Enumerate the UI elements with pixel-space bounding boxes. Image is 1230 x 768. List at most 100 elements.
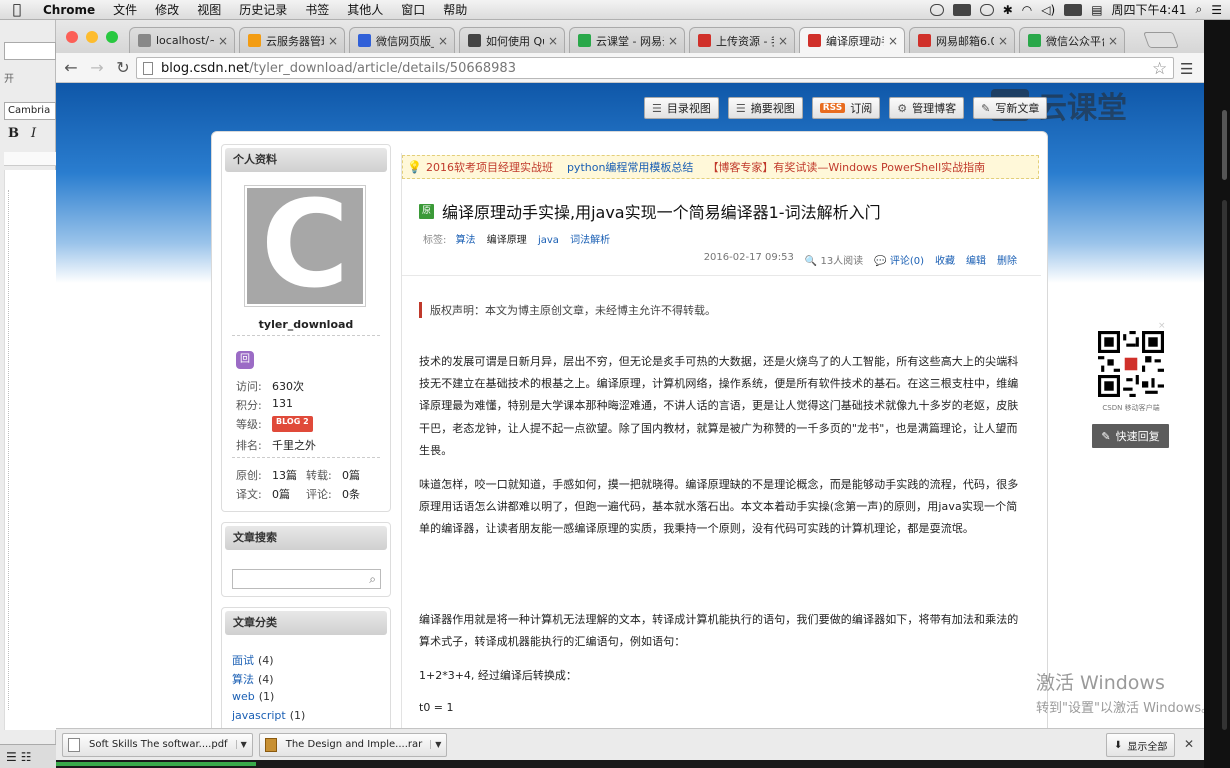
list-icon[interactable]: ☰ [1211, 3, 1222, 17]
download-menu-icon[interactable]: ▼ [235, 740, 247, 749]
back-button[interactable]: ← [58, 58, 84, 77]
delete-link[interactable]: 删除 [997, 252, 1017, 267]
reload-button[interactable]: ↻ [110, 58, 136, 77]
volume-icon[interactable]: ◁) [1041, 3, 1055, 17]
menu-app-chrome[interactable]: Chrome [34, 3, 104, 17]
close-tab-icon[interactable]: × [888, 34, 898, 48]
editor-page[interactable] [4, 170, 56, 730]
article-title-text[interactable]: 编译原理动手实操,用java实现一个简易编译器1-词法解析入门 [442, 199, 881, 223]
quick-reply-button[interactable]: ✎ 快速回复 [1092, 424, 1169, 448]
summary-view-button[interactable]: ☰ 摘要视图 [727, 97, 803, 119]
editor-toolbar-box[interactable] [4, 42, 56, 60]
keyboard-icon[interactable] [952, 3, 971, 16]
blog-level-badge[interactable]: BLOG 2 [272, 416, 313, 432]
bookmark-star-icon[interactable]: ☆ [1152, 59, 1167, 79]
browser-tab[interactable]: 云服务器管理控 × [239, 27, 345, 53]
show-all-downloads-button[interactable]: ⬇ 显示全部 [1106, 733, 1176, 757]
bold-button[interactable]: B [8, 126, 19, 141]
manage-blog-button[interactable]: ⚙ 管理博客 [889, 97, 965, 119]
browser-tab[interactable]: 云课堂 - 网易云 × [569, 27, 685, 53]
stat-points: 积分: 131 [236, 397, 293, 413]
avatar[interactable]: C [244, 185, 366, 307]
browser-tab[interactable]: 编译原理动手实 × [799, 27, 905, 53]
record-icon[interactable] [929, 3, 944, 16]
tag-link[interactable]: java [538, 235, 559, 246]
rar-file-icon [264, 737, 277, 752]
close-tab-icon[interactable]: × [998, 34, 1008, 48]
close-tab-icon[interactable]: × [438, 34, 448, 48]
address-bar[interactable]: blog.csdn.net/tyler_download/article/det… [136, 57, 1174, 79]
bluetooth-icon[interactable]: ✱ [1003, 3, 1013, 17]
search-icon[interactable]: ⌕ [1196, 2, 1203, 17]
chrome-menu-icon[interactable]: ☰ [1180, 60, 1193, 78]
menu-window[interactable]: 窗口 [392, 1, 434, 18]
font-name-field[interactable]: Cambria [4, 102, 56, 120]
menu-file[interactable]: 文件 [104, 1, 146, 18]
view-outline-icon[interactable]: ☷ [21, 750, 32, 764]
close-tab-icon[interactable]: × [218, 34, 228, 48]
menu-view[interactable]: 视图 [188, 1, 230, 18]
write-article-button[interactable]: ✎ 写新文章 [973, 97, 1048, 119]
browser-tab[interactable]: 上传资源 - 我的 × [689, 27, 795, 53]
view-list-icon[interactable]: ☰ [6, 750, 17, 764]
category-link[interactable]: 面试 [232, 654, 254, 667]
comment-link[interactable]: 💬 评论(0) [874, 252, 924, 267]
new-tab-button[interactable] [1143, 32, 1179, 48]
close-tab-icon[interactable]: × [778, 34, 788, 48]
tag-link[interactable]: 词法解析 [570, 235, 610, 246]
notice-link-1[interactable]: 2016软考项目经理实战班 [426, 159, 553, 175]
search-icon[interactable]: ⌕ [369, 572, 376, 587]
close-tab-icon[interactable]: × [668, 34, 678, 48]
close-download-shelf-icon[interactable]: ✕ [1184, 737, 1194, 751]
tab-title: localhost/~che [156, 34, 214, 47]
category-link[interactable]: web [232, 690, 255, 703]
notice-link-3[interactable]: 【博客专家】有奖试读—Windows PowerShell实战指南 [707, 159, 985, 175]
qr-close-icon[interactable]: × [1158, 321, 1166, 331]
download-menu-icon[interactable]: ▼ [430, 740, 441, 749]
menu-edit[interactable]: 修改 [146, 1, 188, 18]
notice-link-2[interactable]: python编程常用模板总结 [567, 159, 693, 175]
browser-tab[interactable]: 微信公众平台 × [1019, 27, 1125, 53]
menu-history[interactable]: 历史记录 [230, 1, 296, 18]
download-item[interactable]: The Design and Imple....rar ▼ [258, 732, 448, 757]
close-tab-icon[interactable]: × [1108, 34, 1118, 48]
browser-tab[interactable]: 网易邮箱6.0版 × [909, 27, 1015, 53]
scrollbar[interactable] [1222, 110, 1227, 180]
close-tab-icon[interactable]: × [548, 34, 558, 48]
close-window-button[interactable] [66, 31, 78, 43]
browser-tab[interactable]: 如何使用 Quick × [459, 27, 565, 53]
edit-icon: ✎ [981, 101, 991, 115]
favorite-link[interactable]: 收藏 [935, 252, 955, 267]
tab-title: 微信公众平台 [1046, 34, 1104, 48]
download-item[interactable]: Soft Skills The softwar....pdf ▼ [62, 732, 253, 757]
tag-link[interactable]: 编译原理 [487, 235, 527, 246]
menu-help[interactable]: 帮助 [434, 1, 476, 18]
subscribe-button[interactable]: RSS 订阅 [811, 97, 881, 119]
wifi-icon[interactable]: ◠ [1022, 3, 1032, 17]
username[interactable]: tyler_download [222, 318, 390, 331]
browser-tab[interactable]: localhost/~che × [129, 27, 235, 53]
flag-icon[interactable]: ▤ [1091, 3, 1102, 17]
medal-icon[interactable]: 回 [236, 351, 254, 369]
forward-button[interactable]: → [84, 58, 110, 77]
apple-icon[interactable]:  [0, 2, 34, 18]
close-tab-icon[interactable]: × [328, 34, 338, 48]
scrollbar-track[interactable] [1222, 200, 1227, 730]
browser-tab[interactable]: 微信网页版_百度 × [349, 27, 455, 53]
menu-people[interactable]: 其他人 [338, 1, 392, 18]
article-search-input[interactable] [233, 570, 358, 588]
tag-link[interactable]: 算法 [456, 235, 476, 246]
menu-clock[interactable]: 周四下午4:41 [1112, 1, 1187, 18]
edit-link[interactable]: 编辑 [966, 252, 986, 267]
catalog-view-button[interactable]: ☰ 目录视图 [644, 97, 719, 119]
italic-button[interactable]: I [31, 126, 36, 141]
time-machine-icon[interactable] [979, 3, 994, 16]
zoom-window-button[interactable] [106, 31, 118, 43]
battery-icon[interactable] [1064, 3, 1083, 16]
category-link[interactable]: javascript [232, 709, 286, 722]
minimize-window-button[interactable] [86, 31, 98, 43]
menu-bookmarks[interactable]: 书签 [296, 1, 338, 18]
csdn-app-qr[interactable]: CSDN 移动客户端 [1096, 331, 1166, 413]
comments-text[interactable]: 评论(0) [890, 256, 924, 267]
category-link[interactable]: 算法 [232, 673, 254, 686]
